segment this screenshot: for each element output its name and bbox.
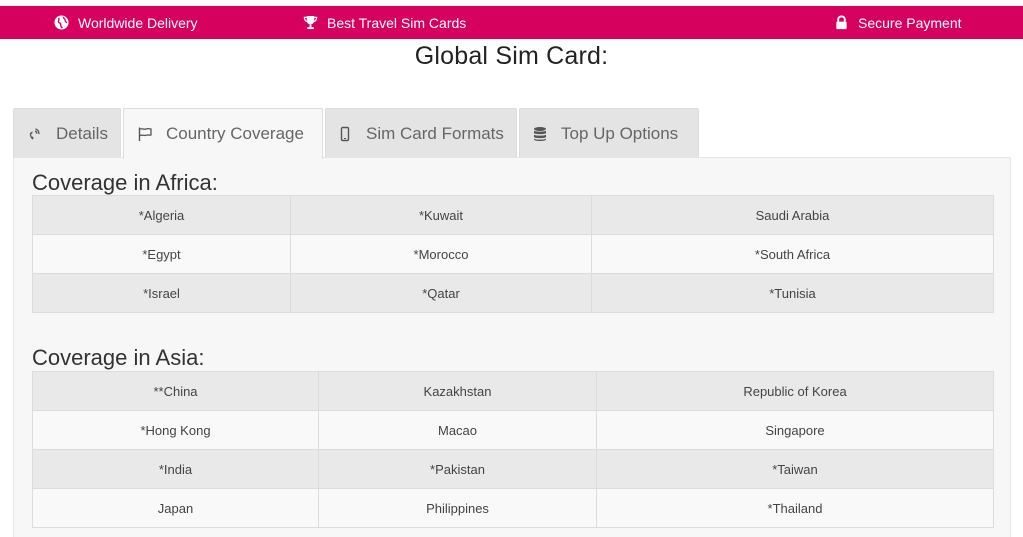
country-cell: *Morocco <box>290 234 592 274</box>
table-row: *Israel *Qatar *Tunisia <box>32 273 994 313</box>
database-icon <box>534 126 546 141</box>
country-cell: *Thailand <box>596 488 994 528</box>
page-title: Global Sim Card: <box>414 42 609 70</box>
country-cell: Kazakhstan <box>318 371 597 411</box>
country-cell: **China <box>32 371 319 411</box>
coverage-asia-heading: Coverage in Asia: <box>32 345 205 370</box>
country-cell: *Qatar <box>290 273 592 313</box>
tab-top-up-options[interactable]: Top Up Options <box>519 108 699 158</box>
country-cell: *Kuwait <box>290 195 592 235</box>
secure-payment-label: Secure Payment <box>858 14 962 31</box>
table-row: *Egypt *Morocco *South Africa <box>32 234 994 274</box>
country-cell: *Pakistan <box>318 449 597 489</box>
worldwide-delivery-label: Worldwide Delivery <box>78 14 198 31</box>
top-info-bar: Worldwide Delivery Best Travel Sim Cards… <box>0 6 1023 39</box>
coverage-africa-heading: Coverage in Africa: <box>32 170 218 195</box>
phone-signal-icon <box>29 127 40 139</box>
best-travel-sim-label: Best Travel Sim Cards <box>327 14 467 31</box>
tab-top-up-options-label: Top Up Options <box>561 123 679 143</box>
flag-icon <box>138 127 152 141</box>
best-travel-sim-item: Best Travel Sim Cards <box>303 6 466 39</box>
coverage-asia-table: **China Kazakhstan Republic of Korea *Ho… <box>32 371 994 528</box>
country-cell: *Hong Kong <box>32 410 319 450</box>
country-cell: *South Africa <box>591 234 994 274</box>
country-cell: Japan <box>32 488 319 528</box>
secure-payment-item: Secure Payment <box>834 6 962 39</box>
country-cell: Philippines <box>318 488 597 528</box>
country-cell: Saudi Arabia <box>591 195 994 235</box>
tab-sim-card-formats[interactable]: Sim Card Formats <box>325 108 517 158</box>
tab-details[interactable]: Details <box>13 108 121 158</box>
table-row: Japan Philippines *Thailand <box>32 488 994 528</box>
country-cell: Republic of Korea <box>596 371 994 411</box>
tab-country-coverage-label: Country Coverage <box>166 124 304 143</box>
tab-sim-card-formats-label: Sim Card Formats <box>366 123 504 143</box>
trophy-icon <box>303 15 318 30</box>
globe-icon <box>54 15 69 30</box>
mobile-icon <box>340 126 350 141</box>
table-row: *India *Pakistan *Taiwan <box>32 449 994 489</box>
country-cell: Macao <box>318 410 597 450</box>
country-cell: *Taiwan <box>596 449 994 489</box>
tab-country-coverage[interactable]: Country Coverage <box>123 108 323 159</box>
coverage-africa-table: *Algeria *Kuwait Saudi Arabia *Egypt *Mo… <box>32 195 994 313</box>
table-row: *Algeria *Kuwait Saudi Arabia <box>32 195 994 235</box>
tab-details-label: Details <box>56 123 108 143</box>
country-cell: *India <box>32 449 319 489</box>
lock-icon <box>836 15 847 30</box>
table-row: *Hong Kong Macao Singapore <box>32 410 994 450</box>
country-cell: *Algeria <box>32 195 291 235</box>
country-cell: *Tunisia <box>591 273 994 313</box>
table-row: **China Kazakhstan Republic of Korea <box>32 371 994 411</box>
country-cell: *Egypt <box>32 234 291 274</box>
country-cell: *Israel <box>32 273 291 313</box>
worldwide-delivery-item: Worldwide Delivery <box>54 6 198 39</box>
country-cell: Singapore <box>596 410 994 450</box>
